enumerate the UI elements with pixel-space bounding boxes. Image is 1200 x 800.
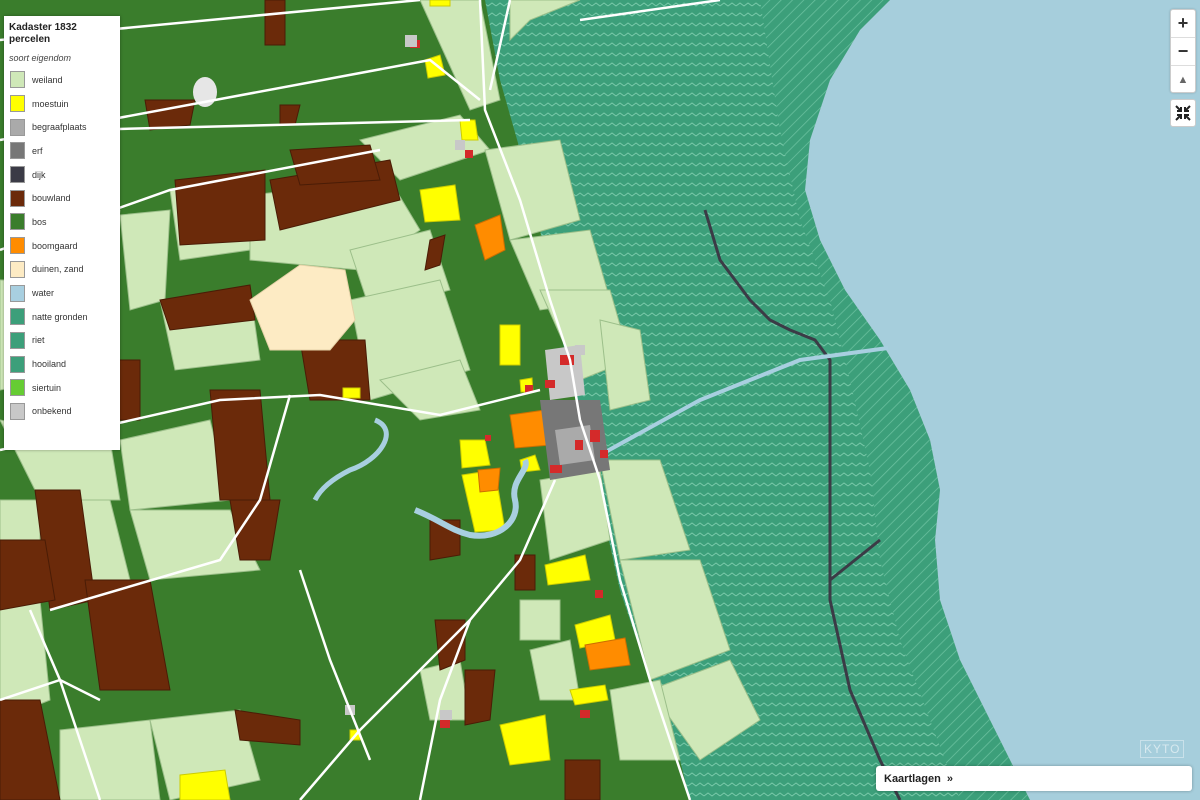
legend-label: boomgaard [32,240,78,251]
legend-swatch [10,260,25,278]
legend-label: hooiland [32,359,67,370]
legend-swatch [10,166,25,184]
legend-swatch [10,213,25,231]
legend-label: riet [32,335,45,346]
legend-swatch [10,189,25,207]
reset-north-button[interactable]: ▲ [1171,66,1195,93]
legend-swatch [10,71,25,89]
legend-item: riet [4,329,120,353]
legend-swatch [10,237,25,255]
legend-label: erf [32,145,43,156]
legend-item: natte gronden [4,305,120,329]
legend-item: weiland [4,68,120,92]
legend-label: weiland [32,74,63,85]
legend-item: erf [4,139,120,163]
legend-item: boomgaard [4,234,120,258]
zoom-out-button[interactable]: − [1171,38,1195,66]
zoom-in-button[interactable]: + [1171,10,1195,38]
legend-label: moestuin [32,98,69,109]
legend-swatch [10,284,25,302]
zoom-control: + − ▲ [1170,9,1196,93]
legend-item: bouwland [4,186,120,210]
map-layers-label: Kaartlagen [884,772,941,785]
collapse-arrows-icon [1175,105,1191,121]
legend-swatch [10,95,25,113]
legend-item: moestuin [4,92,120,116]
legend-label: onbekend [32,406,72,417]
legend-swatch [10,331,25,349]
legend-item: siertuin [4,376,120,400]
legend-label: siertuin [32,382,62,393]
watermark-logo: KYTO [1140,740,1185,758]
legend-swatch [10,142,25,160]
legend-label: water [32,288,55,299]
legend-list: weiland moestuin begraafplaats erf dijk bouwl… [4,68,120,423]
legend-swatch [10,379,25,397]
legend-label: bouwland [32,193,71,204]
legend-subtitle: soort eigendom [9,53,72,63]
legend-label: duinen, zand [32,264,84,275]
legend-swatch [10,118,25,136]
cadastral-map[interactable] [0,0,1200,800]
legend-label: bos [32,216,47,227]
legend-item: hooiland [4,352,120,376]
collapse-fullscreen-button[interactable] [1170,99,1196,127]
map-layers-toggle[interactable]: Kaartlagen » [876,766,1192,791]
legend-item: dijk [4,163,120,187]
legend-panel: Kadaster 1832 percelen soort eigendom we… [4,16,120,450]
legend-item: water [4,281,120,305]
legend-title: Kadaster 1832 percelen [9,22,77,45]
legend-item: begraafplaats [4,115,120,139]
legend-item: duinen, zand [4,258,120,282]
legend-item: bos [4,210,120,234]
legend-swatch [10,402,25,420]
double-chevron-icon: » [946,772,953,785]
legend-label: begraafplaats [32,122,87,133]
legend-swatch [10,355,25,373]
legend-label: natte gronden [32,311,88,322]
legend-swatch [10,308,25,326]
legend-label: dijk [32,169,46,180]
legend-item: onbekend [4,400,120,424]
